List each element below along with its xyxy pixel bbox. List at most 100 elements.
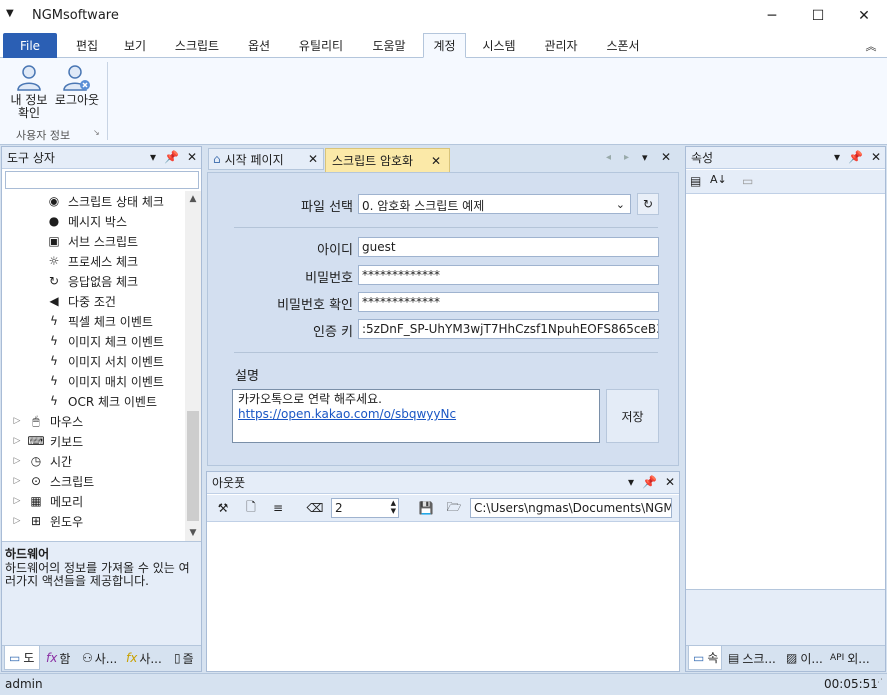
maximize-button[interactable]: ☐ [795, 0, 841, 32]
tab-image[interactable]: ▨ 이... [782, 646, 824, 670]
tab-external[interactable]: API 외... [826, 646, 884, 670]
tab-utility[interactable]: 유틸리티 [288, 33, 354, 58]
close-button[interactable]: ✕ [841, 0, 887, 32]
scroll-down-icon[interactable]: ▼ [185, 525, 201, 541]
description-textarea[interactable]: 카카오톡으로 연락 해주세요. https://open.kakao.com/o… [232, 389, 600, 443]
tab-file[interactable]: File [3, 33, 57, 58]
output-path-input[interactable]: C:\Users\ngmas\Documents\NGM6\ [470, 498, 672, 518]
properties-grid[interactable] [686, 195, 885, 589]
list-button[interactable]: ≡ [267, 498, 289, 518]
dropdown-icon[interactable]: ▾ [150, 150, 156, 164]
scroll-up-icon[interactable]: ▲ [185, 191, 201, 207]
encrypt-form: 파일 선택 0. 암호화 스크립트 예제 ⌄ ↻ 아이디 guest 비밀번호 … [207, 172, 679, 466]
toolbox-item[interactable]: ϟ 이미지 매치 이벤트 [46, 371, 164, 391]
toolbox-item[interactable]: ◀ 다중 조건 [46, 291, 116, 311]
logout-button[interactable]: 로그아웃 [52, 62, 102, 107]
output-log[interactable] [207, 523, 679, 671]
dropdown-icon[interactable]: ▾ [628, 475, 634, 489]
expand-arrow-icon[interactable]: ▷ [12, 416, 22, 426]
tab-start-page[interactable]: ⌂ 시작 페이지 ✕ [208, 148, 324, 170]
scrollbar-thumb[interactable] [187, 411, 199, 521]
toolbox-search-input[interactable] [5, 171, 199, 189]
close-tab-icon[interactable]: ✕ [308, 152, 318, 166]
toolbox-category-keyboard[interactable]: ▷ ⌨ 키보드 [12, 431, 84, 451]
description-link[interactable]: https://open.kakao.com/o/sbqwyyNc [238, 407, 594, 422]
save-button[interactable]: 저장 [606, 389, 659, 443]
tab-properties[interactable]: ▭ 속 [688, 646, 722, 670]
password-input[interactable]: ************* [358, 265, 659, 285]
toolbox-list: ◉ 스크립트 상태 체크 ● 메시지 박스 ▣ 서브 스크립트 ☼ 프로세스 체크 ↻ 응… [2, 191, 186, 586]
tab-admin[interactable]: 관리자 [534, 33, 588, 58]
expand-arrow-icon[interactable]: ▷ [12, 496, 22, 506]
expand-arrow-icon[interactable]: ▷ [12, 516, 22, 526]
tab-toolbox[interactable]: ▭ 도 [4, 646, 40, 670]
toolbox-category-window[interactable]: ▷ ⊞ 윈도우 [12, 511, 84, 531]
toolbox-item[interactable]: ϟ 이미지 체크 이벤트 [46, 331, 164, 351]
collapse-ribbon-icon[interactable]: ︽ [860, 33, 882, 58]
tab-edit[interactable]: 편집 [66, 33, 108, 58]
close-document-icon[interactable]: ✕ [661, 150, 671, 164]
level-spinner[interactable]: 2 ▲ ▼ [331, 498, 399, 518]
toolbox-category-mouse[interactable]: ▷ 🖱 마우스 [12, 411, 84, 431]
tab-favorites[interactable]: ▯ 즐 [170, 646, 201, 670]
toolbox-item[interactable]: ◉ 스크립트 상태 체크 [46, 191, 164, 211]
dropdown-icon[interactable]: ▾ [834, 150, 840, 164]
new-log-button[interactable]: 🗋 [240, 498, 262, 518]
tab-sponsor[interactable]: 스폰서 [596, 33, 650, 58]
toolbox-item[interactable]: ϟ OCR 체크 이벤트 [46, 391, 157, 411]
expand-arrow-icon[interactable]: ▷ [12, 436, 22, 446]
scroll-tabs-left-icon[interactable]: ◂ [606, 152, 611, 163]
pin-icon[interactable]: 📌 [164, 150, 179, 164]
tab-options[interactable]: 옵션 [238, 33, 280, 58]
sort-alpha-icon[interactable]: A↓ [710, 173, 727, 186]
open-folder-button[interactable]: 🗁 [443, 498, 465, 518]
auth-key-input[interactable]: :5zDnF_SP-UhYM3wjT7HhCzsf1NpuhEOFS865ceB… [358, 319, 659, 339]
close-icon[interactable]: ✕ [871, 150, 881, 164]
tab-script[interactable]: 스크립트 [164, 33, 230, 58]
tab-system[interactable]: 시스템 [474, 33, 524, 58]
toolbox-category-time[interactable]: ▷ ◷ 시간 [12, 451, 73, 471]
refresh-button[interactable]: ↻ [637, 193, 659, 215]
password-confirm-input[interactable]: ************* [358, 292, 659, 312]
toolbox-item[interactable]: ▣ 서브 스크립트 [46, 231, 138, 251]
pin-icon[interactable]: 📌 [642, 475, 657, 489]
tab-view[interactable]: 보기 [114, 33, 156, 58]
clear-broom-button[interactable]: ⚒ [212, 498, 234, 518]
toolbox-category-script[interactable]: ▷ ⊙ 스크립트 [12, 471, 95, 491]
separator [234, 352, 658, 353]
toolbox-item[interactable]: ϟ 픽셀 체크 이벤트 [46, 311, 153, 331]
resize-grip-icon[interactable]: ⋰ [874, 678, 883, 688]
tab-help[interactable]: 도움말 [362, 33, 416, 58]
tab-list-dropdown-icon[interactable]: ▾ [642, 151, 648, 164]
tab-user-function[interactable]: fx 사... [122, 646, 170, 670]
toolbox-item[interactable]: ● 메시지 박스 [46, 211, 127, 231]
toolbox-item[interactable]: ϟ 이미지 서치 이벤트 [46, 351, 164, 371]
tab-script-explorer[interactable]: ▤ 스크... [724, 646, 780, 670]
categorized-icon[interactable]: ▤ [690, 174, 701, 188]
file-select-dropdown[interactable]: 0. 암호화 스크립트 예제 ⌄ [358, 194, 631, 214]
property-pages-icon[interactable]: ▭ [742, 174, 753, 188]
tab-account[interactable]: 계정 [423, 33, 466, 58]
group-launcher-icon[interactable]: ↘ [93, 128, 100, 137]
save-log-button[interactable]: 💾 [415, 498, 437, 518]
pin-icon[interactable]: 📌 [848, 150, 863, 164]
close-icon[interactable]: ✕ [187, 150, 197, 164]
expand-arrow-icon[interactable]: ▷ [12, 456, 22, 466]
tab-function[interactable]: fx 함 [42, 646, 78, 670]
tab-script-encrypt[interactable]: 스크립트 암호화 ✕ [325, 148, 450, 172]
eraser-button[interactable]: ⌫ [304, 498, 326, 518]
spinner-arrows-icon[interactable]: ▲ ▼ [391, 499, 396, 515]
quick-access-dropdown-icon[interactable]: ▼ [6, 8, 14, 19]
toolbox-item[interactable]: ☼ 프로세스 체크 [46, 251, 138, 271]
id-input[interactable]: guest [358, 237, 659, 257]
toolbox-item[interactable]: ↻ 응답없음 체크 [46, 271, 138, 291]
close-tab-icon[interactable]: ✕ [431, 154, 441, 168]
tab-user[interactable]: ⚇ 사... [78, 646, 120, 670]
toolbox-category-memory[interactable]: ▷ ▦ 메모리 [12, 491, 84, 511]
close-icon[interactable]: ✕ [665, 475, 675, 489]
expand-arrow-icon[interactable]: ▷ [12, 476, 22, 486]
my-info-button[interactable]: 내 정보 확인 [4, 62, 54, 120]
toolbox-scrollbar[interactable]: ▲ ▼ [185, 191, 201, 541]
scroll-tabs-right-icon[interactable]: ▸ [624, 152, 629, 163]
minimize-button[interactable]: ─ [749, 0, 795, 32]
